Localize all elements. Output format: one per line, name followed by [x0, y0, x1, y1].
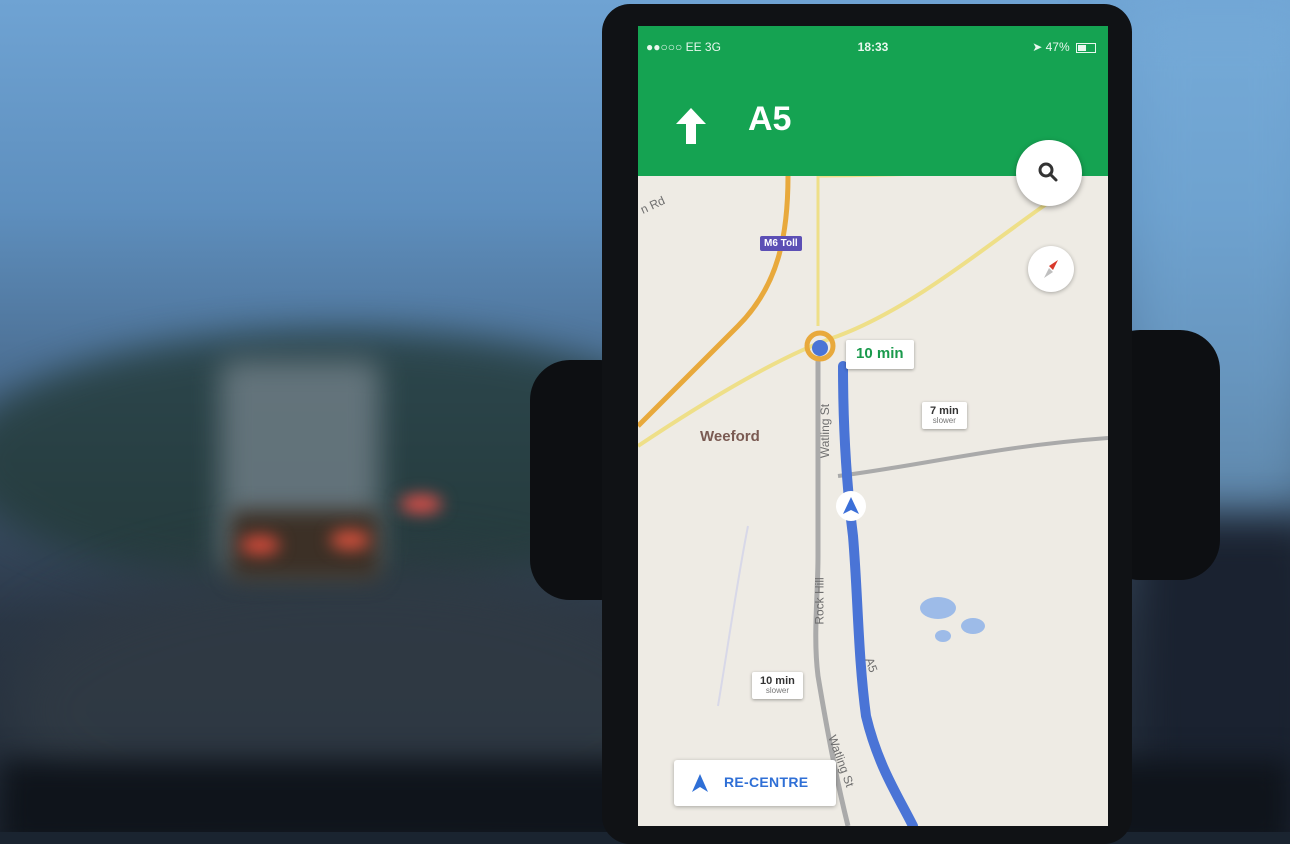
road-label-rock-hill: Rock Hill	[812, 577, 827, 625]
compass-button[interactable]	[1028, 246, 1074, 292]
eta-callout-alternative[interactable]: 10 min slower	[752, 672, 803, 699]
water-body	[935, 630, 951, 642]
water-body	[920, 597, 956, 619]
minor-track	[717, 525, 749, 707]
clock: 18:33	[857, 40, 889, 54]
tail-light	[240, 535, 280, 555]
battery-indicator: ➤ 47%	[1032, 40, 1096, 54]
route-junction-marker	[812, 340, 828, 356]
location-arrow-icon: ➤	[1032, 40, 1043, 54]
active-route-line	[838, 361, 918, 826]
current-road-name: A5	[748, 100, 792, 138]
eta-callout-main[interactable]: 10 min	[846, 340, 914, 369]
battery-percent: 47%	[1045, 40, 1070, 54]
motorway-road	[638, 176, 791, 428]
eta-main-time: 10 min	[856, 345, 904, 362]
phone-screen: ●●○○○ EE 3G 18:33 ➤ 47% A5 n Rd M6 Toll …	[638, 26, 1108, 826]
battery-icon	[1076, 42, 1096, 53]
tail-light	[330, 530, 370, 550]
alt-route-note: slower	[932, 416, 956, 426]
search-button[interactable]	[1016, 140, 1082, 206]
eta-callout-alternative[interactable]: 7 min slower	[922, 402, 967, 429]
tail-light	[400, 495, 442, 513]
current-location-arrow	[836, 491, 866, 521]
water-body	[961, 618, 985, 634]
recentre-button[interactable]: RE-CENTRE	[674, 760, 836, 806]
compass-icon	[1044, 260, 1058, 278]
navigation-arrow-icon	[692, 774, 708, 792]
toll-badge: M6 Toll	[760, 236, 802, 251]
side-road	[837, 436, 1108, 478]
recentre-label: RE-CENTRE	[724, 774, 809, 790]
road-label-watling-upper: Watling St	[818, 403, 833, 459]
straight-arrow-icon	[676, 108, 706, 144]
search-icon	[1038, 162, 1058, 182]
alt-route-note: slower	[765, 686, 789, 696]
status-bar: ●●○○○ EE 3G 18:33 ➤ 47%	[646, 40, 1100, 58]
carrier-signal: ●●○○○ EE 3G	[646, 40, 721, 54]
place-label-weeford: Weeford	[700, 428, 760, 445]
